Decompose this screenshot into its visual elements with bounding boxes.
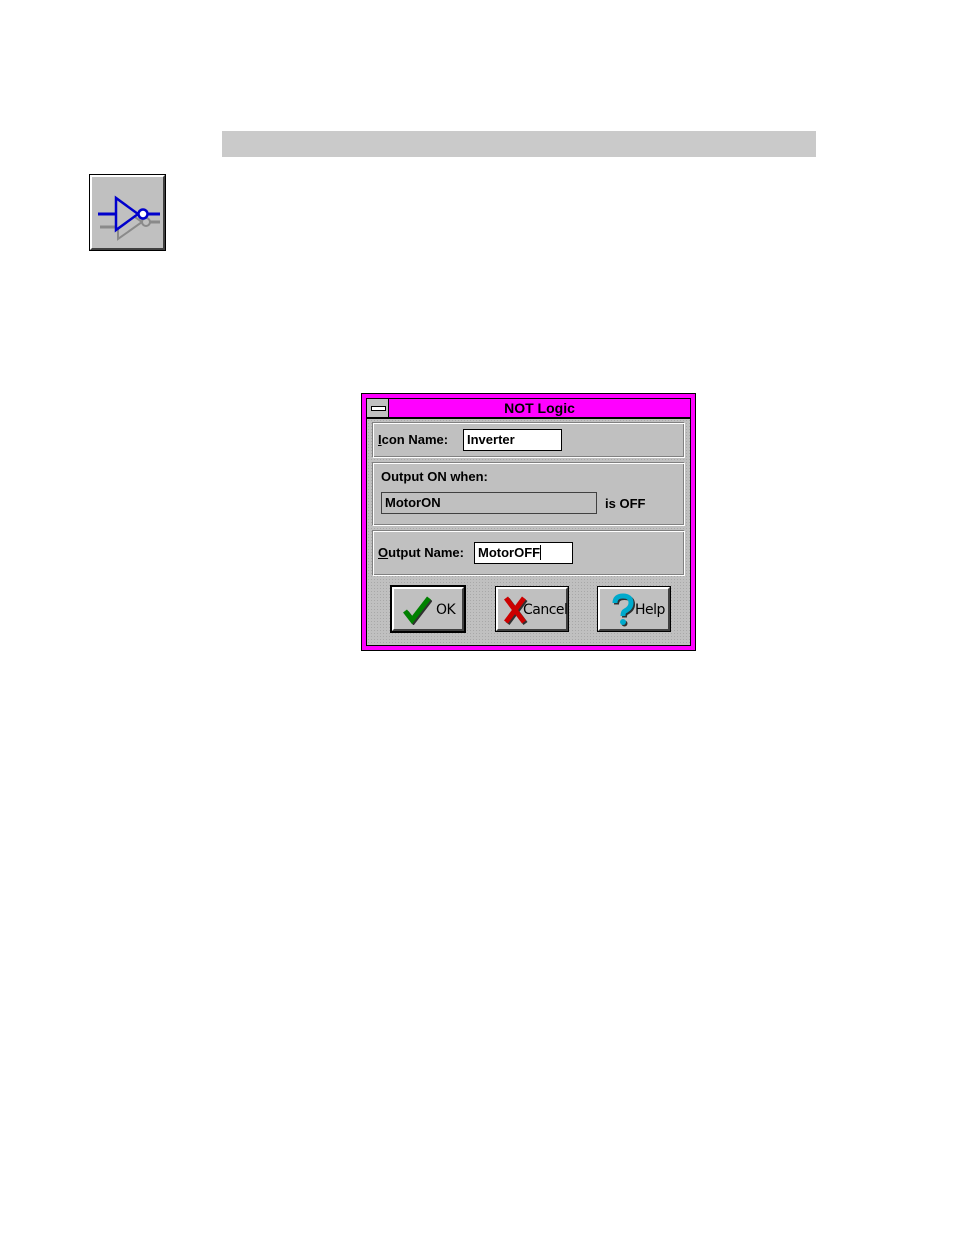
output-name-value: MotorOFF (478, 545, 541, 560)
text-caret (540, 545, 542, 560)
output-name-group: Output Name: MotorOFF (372, 530, 685, 576)
ok-button-label: OK (436, 602, 456, 618)
dialog-title: NOT Logic (504, 400, 575, 416)
icon-name-label: Icon Name: (378, 432, 448, 447)
output-on-label: Output ON when: (381, 469, 488, 484)
not-logic-dialog: NOT Logic Icon Name: Inverter Output ON … (361, 393, 696, 651)
title-bar[interactable]: NOT Logic (366, 398, 691, 418)
ok-button[interactable]: OK (390, 585, 466, 633)
output-name-accelerator: O (378, 545, 389, 560)
not-gate-tool-button[interactable] (89, 174, 166, 251)
system-menu-button[interactable] (367, 399, 389, 417)
icon-name-label-text: con Name: (381, 432, 449, 447)
header-bar (222, 131, 816, 157)
output-name-label-text: utput Name: (388, 545, 464, 560)
cancel-button-label: Cancel (523, 602, 568, 618)
help-button[interactable]: Help (597, 586, 671, 632)
is-off-label: is OFF (605, 496, 646, 511)
icon-name-input[interactable]: Inverter (463, 429, 562, 451)
input-name-field: MotorON (381, 492, 597, 514)
question-icon (612, 593, 636, 627)
cancel-button[interactable]: Cancel (495, 586, 569, 632)
system-menu-icon (371, 406, 386, 411)
checkmark-icon (403, 596, 432, 625)
help-button-label: Help (635, 602, 665, 618)
dialog-client-area: Icon Name: Inverter Output ON when: Moto… (366, 418, 691, 646)
output-name-input[interactable]: MotorOFF (474, 542, 573, 564)
output-condition-group: Output ON when: MotorON is OFF (372, 462, 685, 526)
icon-name-group: Icon Name: Inverter (372, 422, 685, 458)
output-name-label: Output Name: (378, 545, 464, 560)
not-gate-icon (98, 195, 160, 241)
